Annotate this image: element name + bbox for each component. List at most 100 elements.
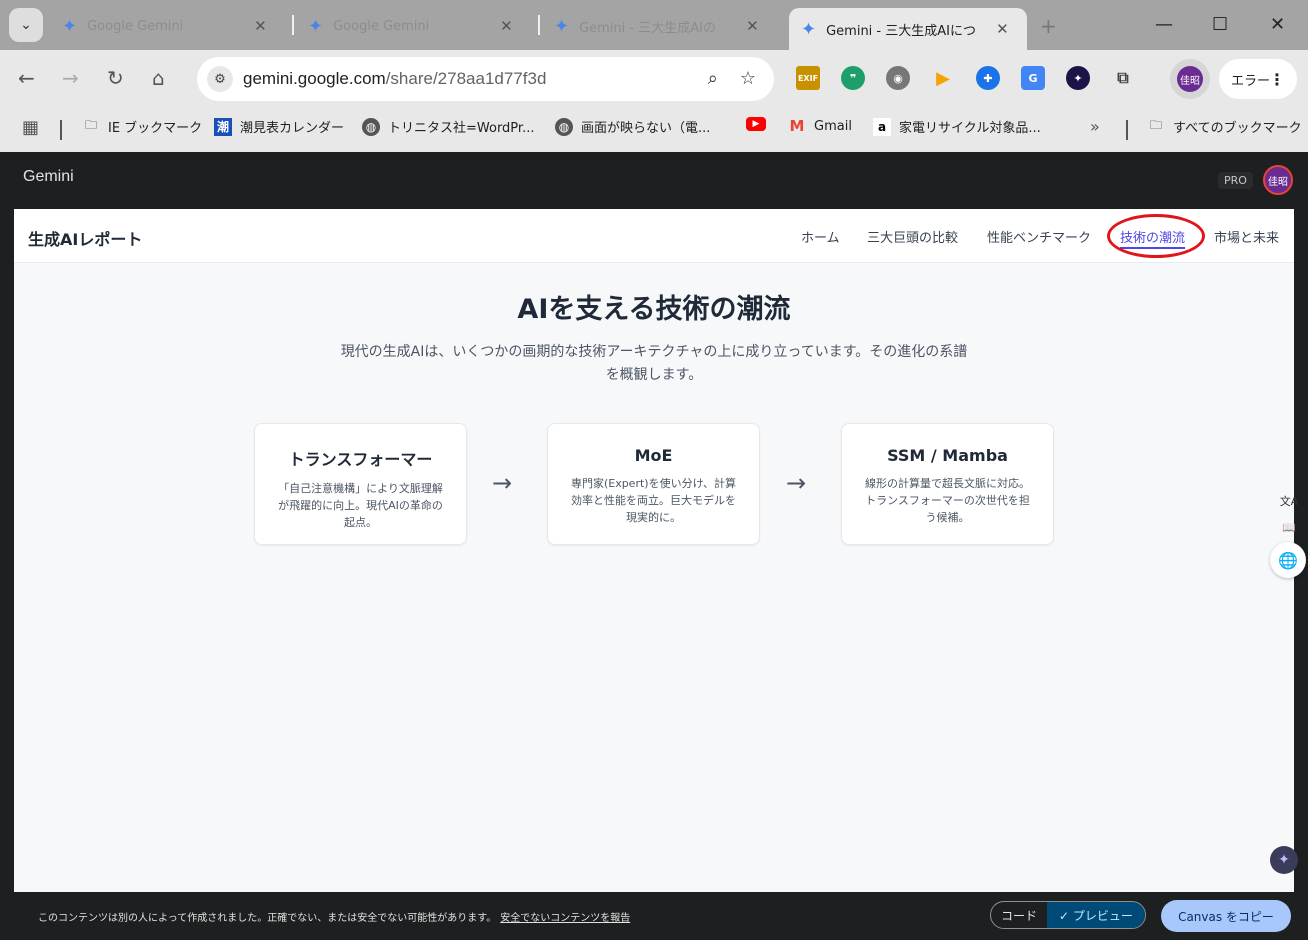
new-tab-button[interactable]: + [1040, 14, 1057, 38]
bookmark-item[interactable]: 潮潮見表カレンダー [214, 117, 344, 136]
gemini-share-page: Gemini PRO 佳昭 生成AIレポート ホーム 三大巨頭の比較 性能ベンチ… [0, 152, 1308, 940]
maximize-icon[interactable]: ☐ [1212, 14, 1228, 35]
reload-icon[interactable]: ↻ [107, 66, 124, 90]
profile-button[interactable]: 佳昭 [1170, 59, 1210, 99]
report-link[interactable]: 安全でないコンテンツを報告 [500, 913, 630, 924]
avatar: 佳昭 [1177, 66, 1203, 92]
canvas-preview: 生成AIレポート ホーム 三大巨頭の比較 性能ベンチマーク 技術の潮流 市場と未… [14, 209, 1294, 892]
code-tab[interactable]: コード [991, 902, 1047, 928]
tab-search-button[interactable]: ⌄ [9, 8, 43, 42]
card-body: 専門家(Expert)を使い分け、計算効率と性能を両立。巨大モデルを現実的に。 [570, 477, 737, 524]
bookmarks-bar: ▦ 🗀 IE ブックマーク 潮潮見表カレンダー ◍ トリニタス社=WordPr...… [0, 108, 1308, 152]
bookmark-item[interactable]: 🗀 すべてのブックマーク [1147, 117, 1302, 136]
bookmark-label: 画面が映らない（電... [581, 121, 711, 136]
bookmark-item[interactable]: 🗀 IE ブックマーク [82, 117, 202, 136]
close-icon[interactable]: ✕ [500, 17, 513, 35]
back-icon[interactable]: ← [18, 66, 35, 90]
bookmark-label: IE ブックマーク [108, 121, 203, 136]
close-icon[interactable]: ✕ [746, 17, 759, 35]
site-brand[interactable]: 生成AIレポート [28, 226, 142, 250]
book-icon[interactable]: 📖 [1276, 516, 1302, 538]
bookmark-divider [1126, 120, 1128, 140]
site-header: 生成AIレポート ホーム 三大巨頭の比較 性能ベンチマーク 技術の潮流 市場と未… [14, 209, 1294, 263]
card-title: トランスフォーマー [288, 450, 433, 469]
tab-strip: ⌄ ✦ Google Gemini ✕ ✦ Google Gemini ✕ ✦ … [0, 0, 1308, 50]
side-toolbar: 文A 📖 🌐 [1266, 490, 1308, 578]
window-close-icon[interactable]: ✕ [1270, 14, 1285, 35]
avatar[interactable]: 佳昭 [1263, 165, 1293, 195]
play-extension-icon[interactable]: ▶ [931, 66, 955, 90]
tab-divider [538, 15, 540, 35]
tab-1[interactable]: ✦ Google Gemini ✕ [50, 8, 290, 44]
card-body: 線形の計算量で超長文脈に対応。トランスフォーマーの次世代を担う候補。 [865, 477, 1030, 524]
close-icon[interactable]: ✕ [996, 20, 1009, 38]
home-icon[interactable]: ⌂ [152, 66, 165, 90]
nav-benchmark[interactable]: 性能ベンチマーク [987, 227, 1091, 246]
arrow-right-icon: → [492, 469, 513, 497]
translate-icon[interactable]: 文A [1276, 490, 1302, 512]
tab-2[interactable]: ✦ Google Gemini ✕ [296, 8, 536, 44]
tab-title: Google Gemini [333, 18, 430, 34]
bookmark-item[interactable]: ▶ [746, 117, 774, 131]
globe-icon[interactable]: 🌐 [1270, 542, 1306, 578]
chevron-down-icon: ⌄ [20, 17, 32, 33]
bookmark-item[interactable]: ◍ 画面が映らない（電... [555, 117, 710, 136]
globe-icon: ◍ [555, 117, 573, 136]
tide-icon: 潮 [214, 117, 232, 136]
view-toggle: コード ✓ プレビュー [990, 901, 1146, 929]
apps-grid-icon[interactable]: ▦ [22, 117, 39, 138]
zoom-icon[interactable]: ⌕ [708, 68, 718, 89]
sparkle-extension-icon[interactable]: ✦ [1066, 66, 1090, 90]
gemini-logo[interactable]: Gemini [23, 168, 74, 186]
error-menu-button[interactable]: エラー ⋮ [1219, 59, 1297, 99]
bookmark-star-icon[interactable]: ☆ [740, 68, 756, 89]
bookmark-divider [60, 120, 62, 140]
tab-title: Gemini - 三大生成AIにつ [826, 23, 976, 39]
gemini-star-icon: ✦ [62, 15, 78, 37]
youtube-icon: ▶ [746, 117, 766, 131]
tab-active[interactable]: ✦ Gemini - 三大生成AIにつ ✕ [789, 8, 1027, 50]
tab-3[interactable]: ✦ Gemini - 三大生成AIの ✕ [542, 8, 782, 44]
chevron-double-right-icon[interactable]: » [1090, 117, 1100, 136]
annotation-circle [1107, 214, 1205, 258]
quote-extension-icon[interactable]: ❞ [841, 66, 865, 90]
preview-tab[interactable]: ✓ プレビュー [1047, 902, 1145, 928]
arrow-right-icon: → [786, 469, 807, 497]
folder-icon: 🗀 [84, 118, 97, 132]
bookmark-item[interactable]: ◍ トリニタス社=WordPr... [362, 117, 534, 136]
minimize-icon[interactable]: — [1155, 14, 1173, 35]
gemini-star-icon: ✦ [801, 18, 817, 40]
forward-icon[interactable]: → [62, 66, 79, 90]
tab-divider [292, 15, 294, 35]
translate-extension-icon[interactable]: G [1021, 66, 1045, 90]
plus-extension-icon[interactable]: ✚ [976, 66, 1000, 90]
tab-title: Gemini - 三大生成AIの [579, 20, 716, 36]
section-description: 現代の生成AIは、いくつかの画期的な技術アーキテクチャの上に成り立っています。そ… [340, 344, 968, 383]
close-icon[interactable]: ✕ [254, 17, 267, 35]
content-notice: このコンテンツは別の人によって作成されました。正確でない、または安全でない可能性… [38, 909, 630, 924]
bookmark-label: Gmail [814, 118, 852, 134]
card-title: SSM / Mamba [887, 446, 1008, 465]
more-vert-icon: ⋮ [1269, 69, 1285, 89]
nav-comparison[interactable]: 三大巨頭の比較 [867, 227, 958, 246]
extensions-puzzle-icon[interactable]: ⧉ [1111, 66, 1135, 90]
error-label: エラー [1231, 73, 1271, 89]
section-title: AIを支える技術の潮流 [517, 294, 791, 325]
rss-extension-icon[interactable]: ◉ [886, 66, 910, 90]
nav-market-future[interactable]: 市場と未来 [1214, 227, 1279, 246]
url-text[interactable]: gemini.google.com/share/278aa1d77f3d [243, 69, 546, 89]
bookmark-item[interactable]: M Gmail [788, 117, 852, 135]
gemini-star-icon: ✦ [554, 15, 570, 37]
copy-canvas-button[interactable]: Canvas をコピー [1161, 900, 1291, 932]
tab-title: Google Gemini [87, 18, 184, 34]
tech-card-transformer: トランスフォーマー 「自己注意機構」により文脈理解が飛躍的に向上。現代AIの革命… [254, 423, 467, 545]
bookmark-item[interactable]: a 家電リサイクル対象品... [873, 117, 1041, 136]
nav-home[interactable]: ホーム [801, 227, 840, 246]
address-bar[interactable]: ⚙ gemini.google.com/share/278aa1d77f3d ⌕… [197, 57, 774, 101]
folder-icon: 🗀 [1149, 118, 1162, 132]
exif-extension-icon[interactable]: EXIF [796, 66, 820, 90]
globe-icon: ◍ [362, 117, 380, 136]
sparkle-icon[interactable]: ✦ [1270, 846, 1298, 874]
site-settings-icon[interactable]: ⚙ [207, 66, 233, 92]
url-path: /share/278aa1d77f3d [385, 69, 547, 88]
